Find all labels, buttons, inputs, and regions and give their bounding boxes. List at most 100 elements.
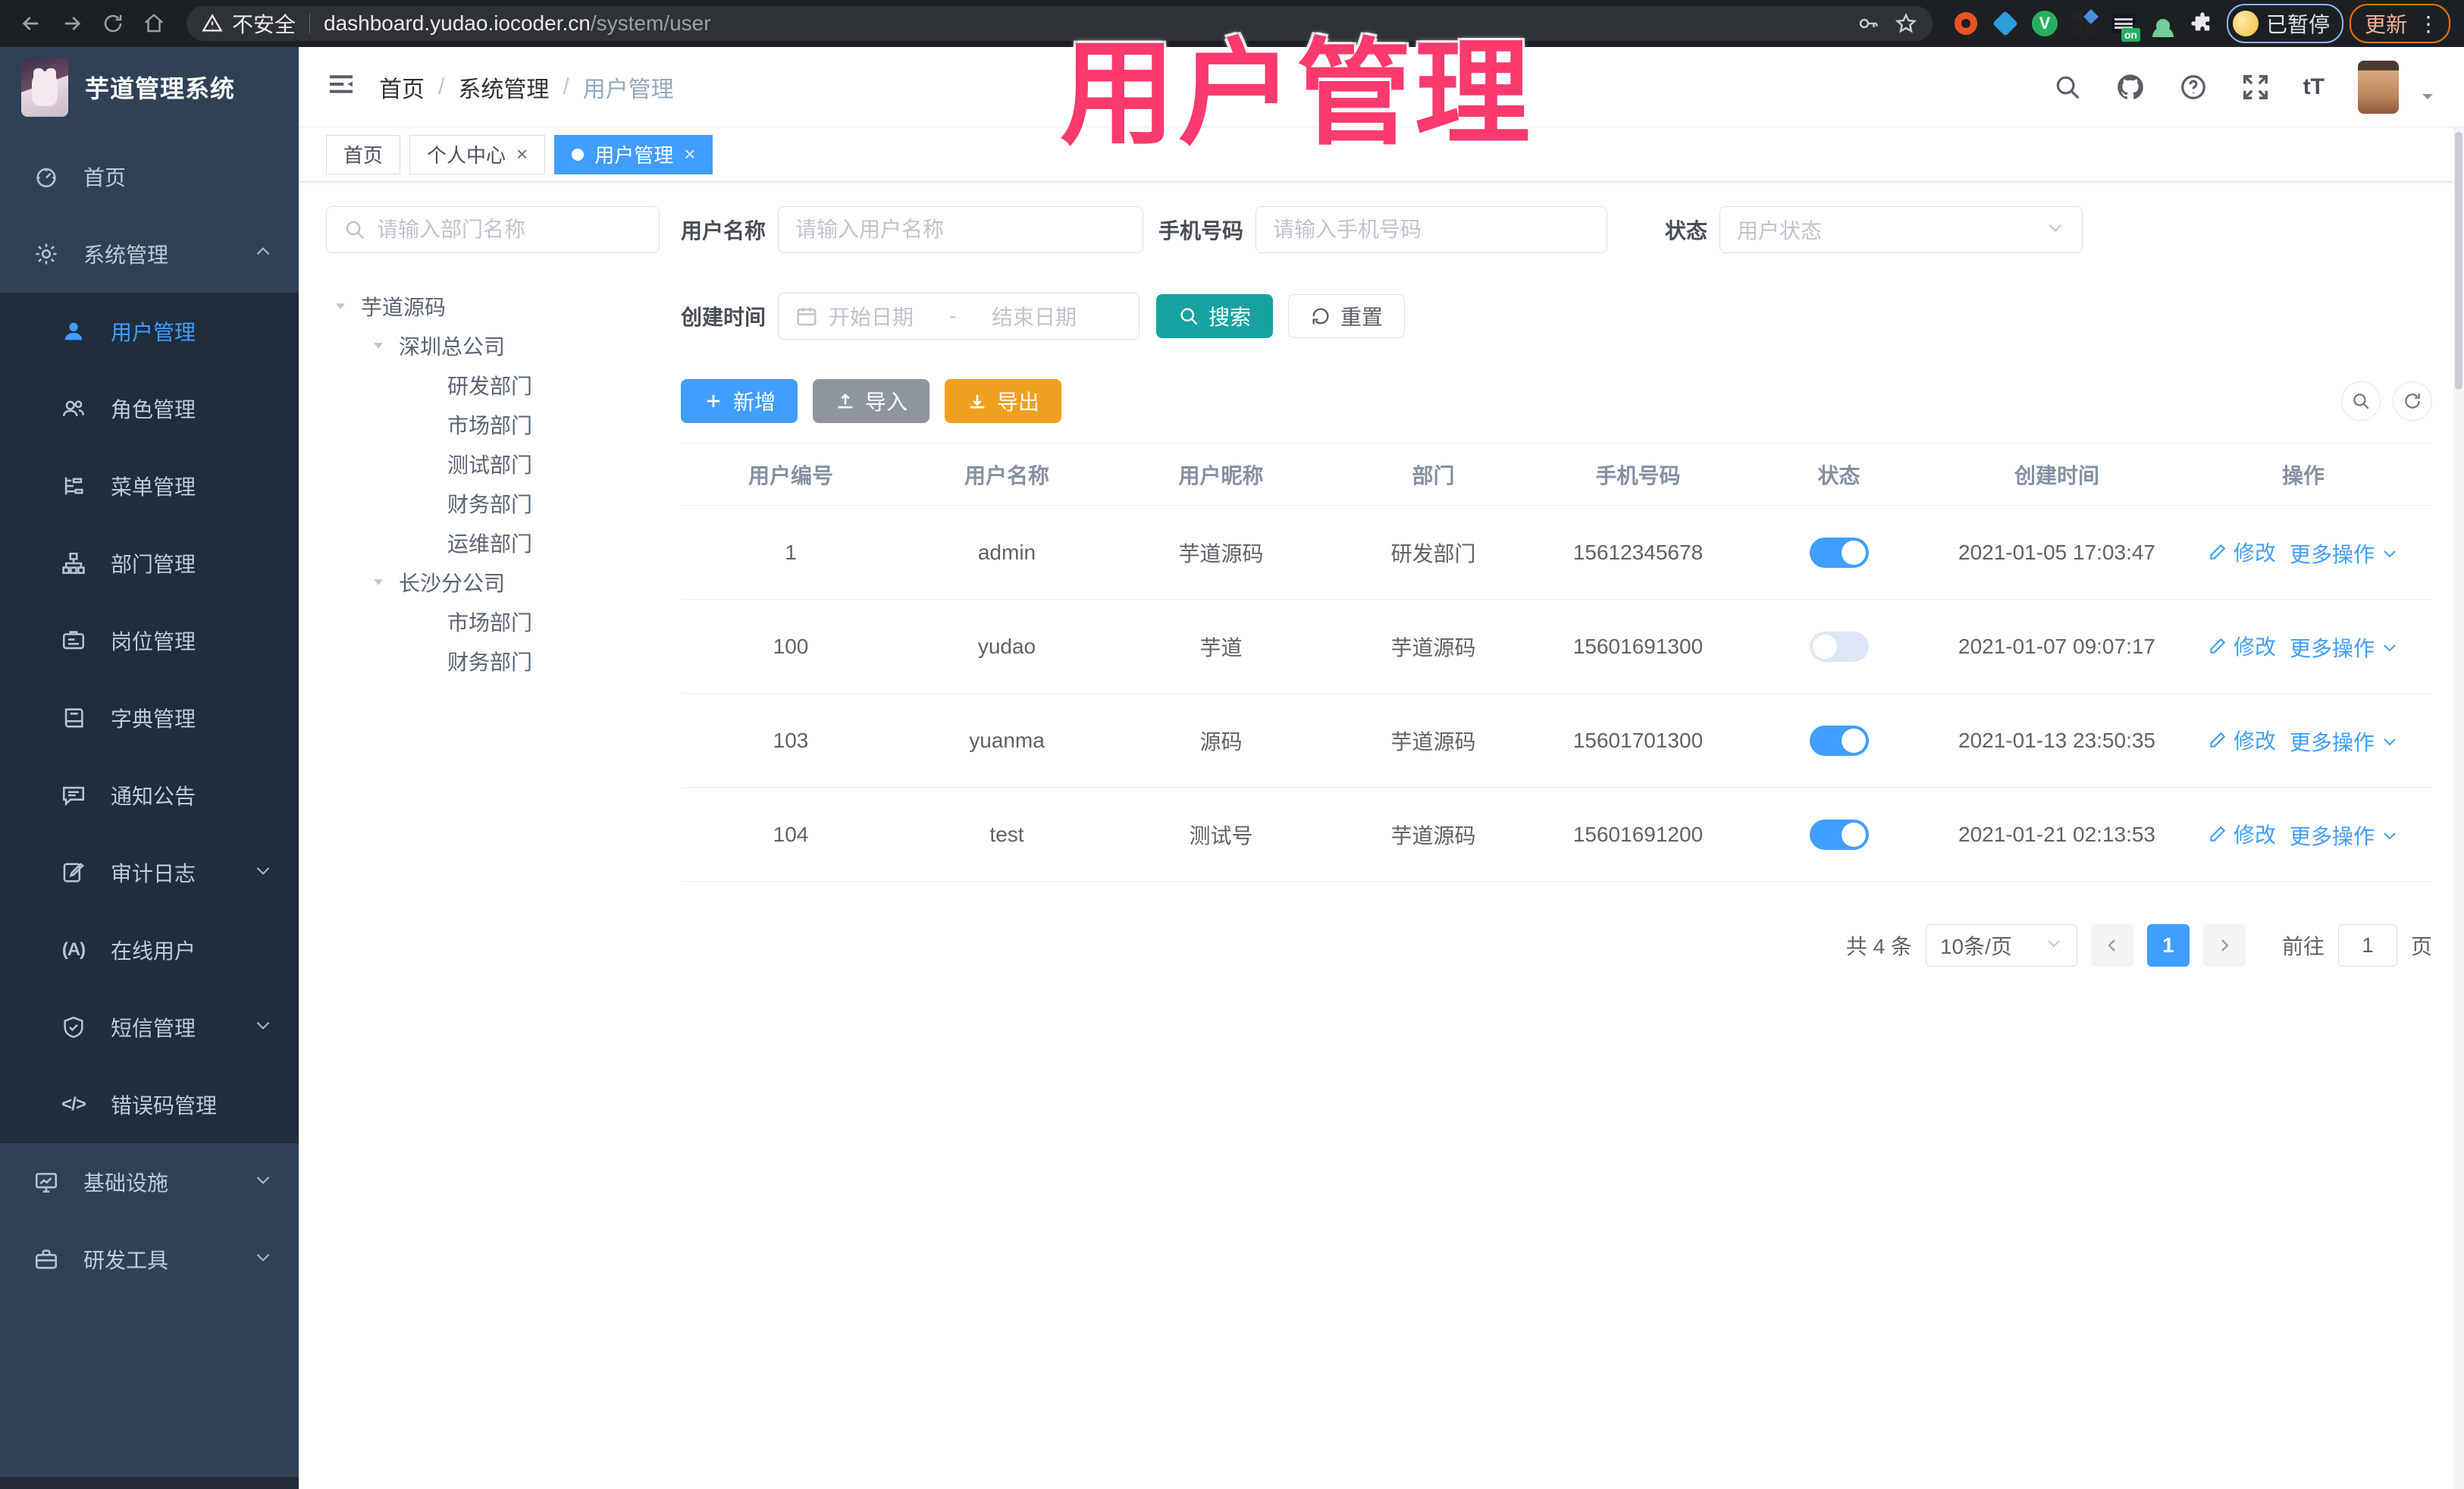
dept-search-input[interactable]: [377, 218, 642, 242]
blue-squares-icon[interactable]: [2071, 9, 2099, 37]
forward-arrow-icon[interactable]: [55, 6, 89, 41]
profile-chip[interactable]: 已暂停: [2226, 4, 2343, 43]
sidebar-item-错误码管理[interactable]: </> 错误码管理: [0, 1066, 299, 1143]
tree-node-财务部门[interactable]: 财务部门: [326, 484, 660, 523]
tab-首页[interactable]: 首页: [326, 134, 401, 174]
sidebar-item-label: 字典管理: [111, 707, 196, 731]
more-actions-link[interactable]: 更多操作: [2290, 820, 2399, 851]
tab-个人中心[interactable]: 个人中心 ×: [409, 134, 546, 174]
sidebar-item-在线用户[interactable]: (A) 在线用户: [0, 911, 299, 989]
cell: 100: [773, 634, 809, 658]
edit-link[interactable]: 修改: [2208, 631, 2276, 661]
tab-bar: 首页 个人中心 × 用户管理 ×: [299, 127, 2464, 182]
show-search-toggle-button[interactable]: [2341, 381, 2381, 421]
home-icon[interactable]: [136, 6, 171, 41]
tree-node-芋道源码[interactable]: 芋道源码: [326, 287, 660, 326]
expand-caret-icon[interactable]: [331, 299, 350, 313]
breadcrumb-item[interactable]: 首页: [379, 71, 425, 104]
sidebar-item-字典管理[interactable]: 字典管理: [0, 679, 299, 757]
green-v-circle-icon[interactable]: V: [2031, 10, 2058, 37]
sidebar-item-短信管理[interactable]: 短信管理: [0, 989, 299, 1066]
user-avatar[interactable]: [2358, 60, 2399, 114]
sidebar-item-菜单管理[interactable]: 菜单管理: [0, 447, 299, 525]
edit-link[interactable]: 修改: [2208, 819, 2276, 849]
sidebar-item-岗位管理[interactable]: 岗位管理: [0, 602, 299, 679]
expand-caret-icon[interactable]: [368, 575, 388, 589]
more-actions-link[interactable]: 更多操作: [2290, 726, 2399, 757]
reload-icon[interactable]: [96, 6, 130, 41]
import-button[interactable]: 导入: [813, 379, 930, 423]
breadcrumb-item[interactable]: 系统管理: [458, 71, 549, 104]
username-input[interactable]: [795, 218, 1127, 242]
tree-node-运维部门[interactable]: 运维部门: [326, 523, 660, 563]
close-icon[interactable]: ×: [516, 143, 528, 166]
more-actions-link[interactable]: 更多操作: [2290, 632, 2399, 663]
sidebar-item-部门管理[interactable]: 部门管理: [0, 525, 299, 602]
status-toggle[interactable]: [1809, 631, 1869, 662]
sidebar-item-基础设施[interactable]: 基础设施: [0, 1143, 299, 1221]
breadcrumb-separator: /: [563, 74, 569, 99]
close-icon[interactable]: ×: [684, 143, 695, 166]
search-icon[interactable]: [2053, 73, 2082, 102]
tree-node-财务部门[interactable]: 财务部门: [326, 641, 660, 681]
sidebar-item-研发工具[interactable]: 研发工具: [0, 1221, 299, 1298]
sidebar-item-用户管理[interactable]: 用户管理: [0, 293, 299, 370]
date-separator: -: [948, 304, 957, 328]
reset-button[interactable]: 重置: [1288, 294, 1406, 338]
expand-caret-icon[interactable]: [368, 339, 388, 353]
sidebar-item-通知公告[interactable]: 通知公告: [0, 757, 299, 834]
add-button[interactable]: 新增: [681, 379, 798, 423]
status-toggle[interactable]: [1809, 725, 1869, 756]
key-icon[interactable]: [1857, 12, 1879, 35]
sidebar-item-角色管理[interactable]: 角色管理: [0, 370, 299, 447]
sidebar-item-首页[interactable]: 首页: [0, 138, 299, 215]
star-icon[interactable]: [1895, 12, 1917, 35]
status-select[interactable]: 用户状态: [1719, 206, 2083, 253]
tree-node-长沙分公司[interactable]: 长沙分公司: [326, 563, 660, 602]
sidebar: 芋道管理系统 首页 系统管理 用户管理 角色管理菜单管理部门管理 岗位管理字典管理通知公…: [0, 47, 299, 1489]
tree-node-市场部门[interactable]: 市场部门: [326, 405, 660, 444]
puzzle-icon[interactable]: [2189, 10, 2216, 37]
page-size-select[interactable]: 10条/页: [1925, 924, 2077, 967]
ubuntu-ring-icon[interactable]: [1952, 10, 1980, 37]
app-logo: 芋道管理系统: [0, 47, 299, 127]
tree-node-深圳总公司[interactable]: 深圳总公司: [326, 326, 660, 365]
sidebar-item-审计日志[interactable]: 审计日志: [0, 834, 299, 911]
date-range-picker[interactable]: 开始日期 - 结束日期: [778, 293, 1140, 340]
tab-用户管理[interactable]: 用户管理 ×: [554, 134, 713, 174]
avatar-caret-icon[interactable]: [2419, 86, 2437, 111]
fullscreen-icon[interactable]: [2241, 73, 2270, 102]
scrollbar-thumb[interactable]: [2455, 132, 2462, 390]
sidebar-item-系统管理[interactable]: 系统管理: [0, 215, 299, 293]
collapse-sidebar-icon[interactable]: [326, 69, 356, 105]
column-header-部门: 部门: [1412, 463, 1455, 487]
edit-link[interactable]: 修改: [2208, 537, 2276, 567]
status-toggle[interactable]: [1809, 819, 1869, 850]
browser-menu-icon[interactable]: ⋮: [2418, 11, 2440, 36]
status-toggle[interactable]: [1809, 537, 1869, 568]
back-arrow-icon[interactable]: [14, 6, 49, 41]
search-button[interactable]: 搜索: [1156, 294, 1274, 338]
sidebar-item-label: 菜单管理: [111, 475, 196, 499]
next-page-button[interactable]: [2202, 924, 2246, 967]
green-person-icon[interactable]: [2149, 10, 2177, 37]
refresh-table-button[interactable]: [2393, 381, 2432, 421]
tree-node-测试部门[interactable]: 测试部门: [326, 444, 660, 484]
page-1-button[interactable]: 1: [2146, 924, 2190, 967]
goto-page-input[interactable]: [2337, 924, 2397, 967]
help-icon[interactable]: [2179, 73, 2208, 102]
blue-gem-icon[interactable]: [1992, 10, 2019, 37]
url-bar[interactable]: 不安全 dashboard.yudao.iocoder.cn/system/us…: [187, 6, 1933, 41]
list-on-badge-icon[interactable]: on: [2110, 10, 2140, 42]
fontsize-icon[interactable]: tT: [2303, 74, 2324, 100]
export-button[interactable]: 导出: [945, 379, 1062, 423]
edit-link[interactable]: 修改: [2208, 725, 2276, 755]
tree-node-市场部门[interactable]: 市场部门: [326, 602, 660, 641]
prev-page-button[interactable]: [2090, 924, 2133, 967]
tree-node-研发部门[interactable]: 研发部门: [326, 365, 660, 405]
page-scrollbar[interactable]: [2453, 127, 2464, 1489]
more-actions-link[interactable]: 更多操作: [2290, 538, 2399, 569]
update-button[interactable]: 更新 ⋮: [2349, 4, 2450, 43]
mobile-input[interactable]: [1273, 218, 1591, 242]
github-icon[interactable]: [2115, 72, 2146, 102]
